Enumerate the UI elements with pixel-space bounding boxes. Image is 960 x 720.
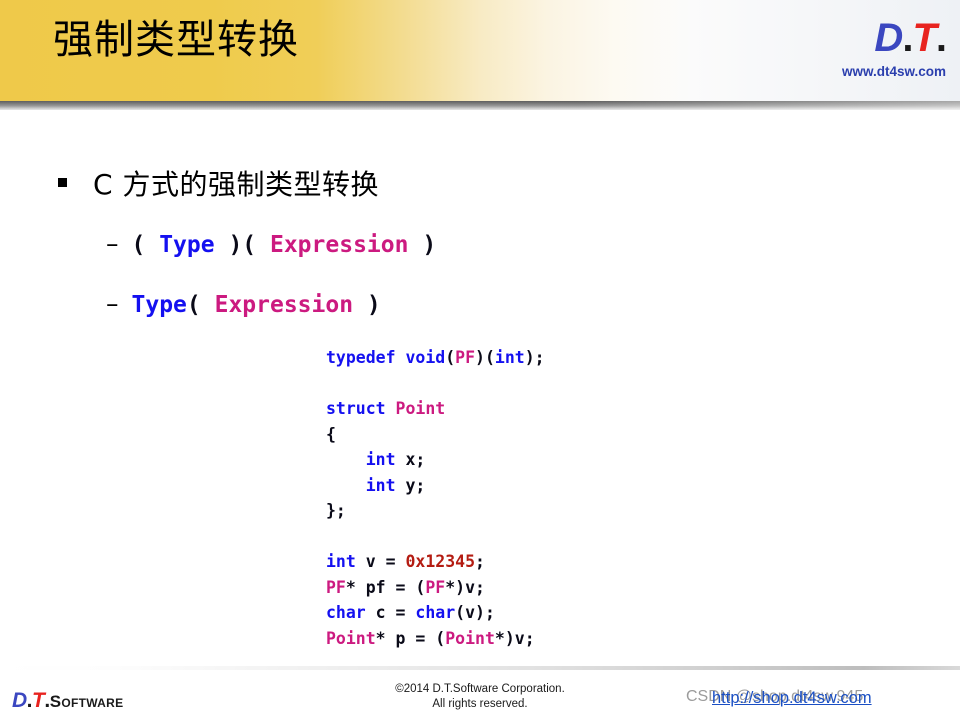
code-token: x;	[395, 450, 426, 469]
code-line: typedef void(PF)(int);	[326, 345, 545, 371]
code-token: (	[131, 232, 160, 258]
brand-logo-mark: D.T.	[842, 16, 947, 60]
bullet-item-sub-1: – Type( Expression )	[106, 289, 381, 318]
header-shadow-fade	[0, 101, 960, 110]
code-token: Point	[326, 628, 376, 648]
code-token: Type	[131, 292, 187, 318]
code-token: )	[353, 292, 381, 318]
bullet-sub-0-text: ( Type )( Expression )	[132, 232, 437, 258]
code-token: );	[524, 348, 545, 367]
code-token: Expression	[269, 232, 409, 258]
bullet-sub-1-text: Type( Expression )	[132, 292, 381, 318]
code-line: PF* pf = (PF*)v;	[326, 575, 545, 601]
brand-letter-d: D	[874, 16, 903, 60]
footer-right-area: CSDN @shop.dt4sw.945 http://shop.dt4sw.c…	[686, 686, 952, 712]
code-line: char c = char(v);	[326, 600, 545, 626]
copyright-line-1: ©2014 D.T.Software Corporation.	[395, 683, 565, 695]
code-token: {	[326, 424, 336, 444]
code-token: )	[408, 232, 437, 258]
code-token: int	[365, 475, 396, 495]
code-token: (v);	[455, 603, 495, 622]
code-line: {	[326, 422, 545, 448]
bullet-item-primary: C 方式的强制类型转换	[58, 163, 379, 203]
code-token: ;	[475, 552, 485, 571]
code-line: int x;	[326, 447, 545, 473]
code-token: typedef void	[326, 348, 446, 367]
code-line: int y;	[326, 473, 545, 499]
code-token: (	[445, 348, 456, 367]
code-token: struct	[326, 399, 396, 418]
code-token: PF	[425, 577, 446, 597]
page-title: 强制类型转换	[53, 17, 299, 63]
code-token: c =	[365, 603, 416, 622]
dash-bullet-icon-1: –	[106, 289, 119, 318]
slide-content: C 方式的强制类型转换 – ( Type )( Expression ) – T…	[0, 110, 960, 665]
code-token: PF	[326, 577, 346, 597]
dash-bullet-icon-0: –	[106, 229, 119, 258]
code-token: };	[326, 501, 346, 520]
code-token: PF	[455, 348, 476, 367]
code-token: * pf = (	[345, 577, 426, 597]
code-token: Type	[159, 232, 215, 258]
code-token: *)v;	[494, 628, 535, 648]
code-token: int	[494, 348, 525, 367]
code-token: y;	[395, 475, 426, 495]
bullet-item-sub-0: – ( Type )( Expression )	[106, 229, 436, 258]
code-token: 0x12345	[405, 552, 476, 571]
code-token: * p = (	[375, 628, 446, 648]
code-token: Point	[445, 628, 495, 648]
code-token: int	[365, 450, 396, 469]
code-token: v =	[355, 552, 406, 571]
code-token: )(	[214, 232, 270, 258]
code-token: Expression	[214, 292, 354, 318]
code-line: Point* p = (Point*)v;	[326, 626, 545, 652]
shop-link[interactable]: http://shop.dt4sw.com	[712, 689, 872, 708]
code-block: typedef void(PF)(int); struct Point{ int…	[326, 345, 545, 651]
code-token: *)v;	[445, 577, 485, 597]
brand-dot-2: .	[935, 16, 947, 60]
bullet-primary-label: C 方式的强制类型转换	[93, 168, 379, 201]
code-token: int	[326, 552, 356, 571]
slide-footer: D.T.Software ©2014 D.T.Software Corporat…	[0, 670, 960, 720]
code-token: char	[326, 603, 366, 622]
square-bullet-icon	[58, 178, 67, 187]
brand-letter-t: T	[912, 16, 936, 60]
code-line: };	[326, 498, 545, 524]
code-token: (	[186, 292, 215, 318]
brand-logo: D.T. www.dt4sw.com	[841, 16, 947, 79]
code-line: int v = 0x12345;	[326, 549, 545, 575]
code-token: char	[415, 603, 456, 622]
code-token: Point	[395, 399, 446, 418]
brand-website-url: www.dt4sw.com	[841, 64, 946, 79]
brand-dot-1: .	[902, 16, 913, 60]
code-line: struct Point	[326, 396, 545, 422]
code-token: )(	[475, 348, 495, 367]
